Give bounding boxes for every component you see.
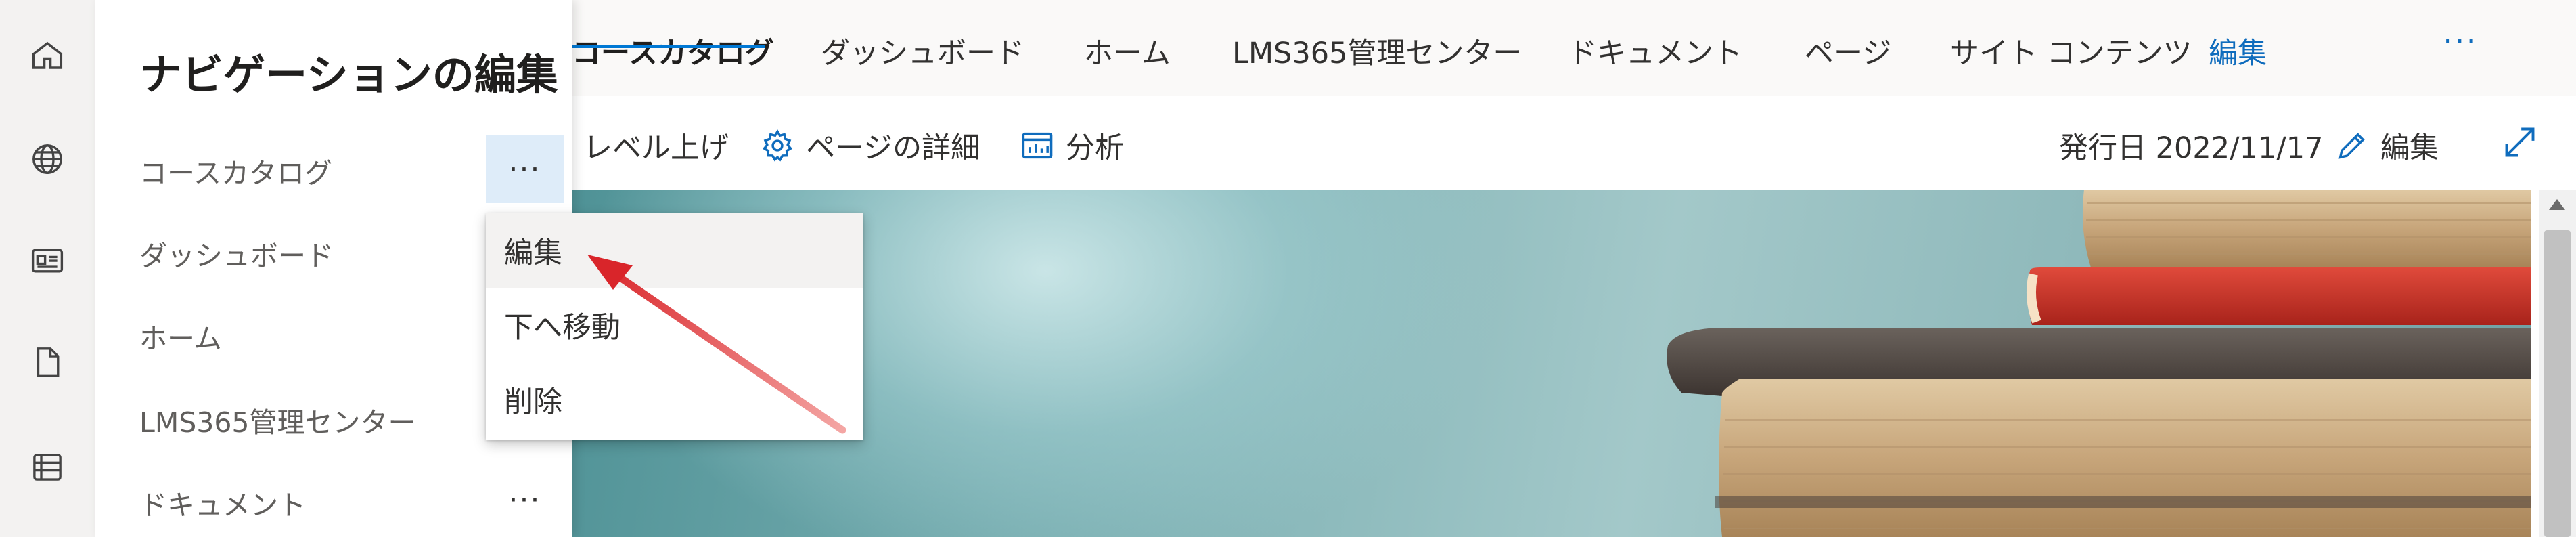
course-catalog-more-button[interactable]: ··· bbox=[486, 135, 564, 203]
pencil-icon bbox=[2338, 133, 2365, 159]
panel-title: ナビゲーションの編集 bbox=[139, 50, 558, 100]
expand-icon bbox=[2505, 127, 2535, 157]
hero-image bbox=[572, 190, 2531, 537]
scroll-thumb[interactable] bbox=[2544, 230, 2571, 537]
panel-item-dashboard[interactable]: ダッシュボード bbox=[139, 233, 334, 274]
analytics-icon bbox=[1022, 132, 1053, 159]
panel-item-course-catalog[interactable]: コースカタログ bbox=[139, 150, 332, 191]
documents-more-button[interactable]: ··· bbox=[486, 466, 564, 534]
published-date: 発行日 2022/11/17 bbox=[2059, 125, 2324, 167]
news-icon[interactable] bbox=[27, 240, 68, 281]
app-rail bbox=[0, 0, 95, 537]
published-date-text: 発行日 2022/11/17 bbox=[2059, 131, 2324, 165]
command-bar: レベル上げ ページの詳細 分析 発行日 2022/11/17 編集 bbox=[572, 96, 2576, 190]
menu-item-delete[interactable]: 削除 bbox=[486, 362, 863, 437]
page-details-button[interactable]: ページの詳細 bbox=[760, 125, 980, 167]
context-menu: 編集 下へ移動 削除 bbox=[486, 213, 863, 440]
nav-pages[interactable]: ページ bbox=[1805, 30, 1891, 72]
gear-icon bbox=[762, 129, 793, 162]
document-icon[interactable] bbox=[27, 342, 68, 383]
nav-site-contents[interactable]: サイト コンテンツ bbox=[1950, 30, 2192, 72]
page-scrollbar[interactable] bbox=[2539, 190, 2576, 537]
active-tab-indicator bbox=[572, 45, 765, 48]
nav-home[interactable]: ホーム bbox=[1084, 30, 1171, 72]
home-icon[interactable] bbox=[27, 35, 68, 76]
panel-item-lms365-admin-center[interactable]: LMS365管理センター bbox=[139, 400, 416, 440]
panel-item-home[interactable]: ホーム bbox=[139, 316, 222, 356]
nav-documents[interactable]: ドキュメント bbox=[1568, 30, 1742, 72]
page-details-label: ページの詳細 bbox=[806, 131, 980, 165]
edit-page-label: 編集 bbox=[2380, 131, 2439, 165]
promote-button[interactable]: レベル上げ bbox=[583, 125, 729, 167]
menu-item-edit[interactable]: 編集 bbox=[486, 213, 863, 288]
list-icon[interactable] bbox=[27, 447, 68, 488]
nav-lms365-admin-center[interactable]: LMS365管理センター bbox=[1232, 30, 1522, 72]
nav-dashboard[interactable]: ダッシュボード bbox=[821, 30, 1024, 72]
globe-icon[interactable] bbox=[27, 139, 68, 179]
promote-label: レベル上げ bbox=[583, 131, 729, 165]
books-illustration bbox=[1667, 190, 2531, 537]
nav-more-button[interactable]: ··· bbox=[2443, 23, 2478, 61]
scroll-up-arrow-icon[interactable] bbox=[2549, 199, 2565, 210]
nav-course-catalog[interactable]: コースカタログ bbox=[572, 30, 774, 72]
analytics-label: 分析 bbox=[1066, 131, 1124, 165]
nav-edit-link[interactable]: 編集 bbox=[2209, 30, 2267, 72]
panel-item-documents[interactable]: ドキュメント bbox=[139, 482, 306, 523]
analytics-button[interactable]: 分析 bbox=[1020, 125, 1124, 167]
expand-button[interactable] bbox=[2502, 125, 2537, 160]
edit-page-button[interactable]: 編集 bbox=[2334, 125, 2439, 167]
menu-item-move-down[interactable]: 下へ移動 bbox=[486, 288, 863, 362]
site-navigation: コースカタログ ダッシュボード ホーム LMS365管理センター ドキュメント … bbox=[572, 0, 2576, 97]
